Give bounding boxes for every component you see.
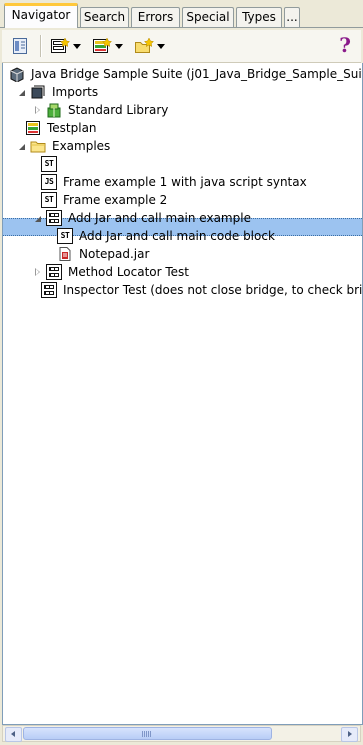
- tree-item-label: Java Bridge Sample Suite (j01_Java_Bridg…: [31, 67, 363, 81]
- expanded-arrow-icon[interactable]: [17, 142, 26, 151]
- st-icon: ST: [41, 156, 57, 172]
- tab-types[interactable]: Types: [236, 7, 282, 27]
- collapsed-arrow-icon[interactable]: [33, 267, 42, 277]
- tab-errors[interactable]: Errors: [131, 7, 180, 27]
- horizontal-scrollbar[interactable]: [2, 725, 361, 742]
- expanded-arrow-icon[interactable]: [17, 88, 26, 97]
- chevron-down-icon[interactable]: [157, 43, 165, 49]
- scroll-right-button[interactable]: [341, 727, 358, 742]
- tree-item-label: Notepad.jar: [79, 247, 150, 261]
- tab-search[interactable]: Search: [80, 7, 129, 27]
- tree-item-label: Examples: [52, 139, 111, 153]
- tree-item-label: Method Locator Test: [68, 265, 190, 279]
- tree-item-label: Frame example 1 with java script syntax: [63, 175, 307, 189]
- help-icon[interactable]: ?: [339, 33, 351, 57]
- tree-item-examples[interactable]: Examples: [17, 137, 362, 155]
- insert-test-button[interactable]: [92, 36, 123, 56]
- chevron-down-icon[interactable]: [73, 43, 81, 49]
- tab-special[interactable]: Special: [182, 7, 234, 27]
- tree-item-label: Inspector Test (does not close bridge, t…: [63, 283, 363, 297]
- tab-navigator[interactable]: Navigator: [4, 3, 78, 28]
- navigator-tree[interactable]: Java Bridge Sample Suite (j01_Java_Bridg…: [2, 63, 363, 725]
- imports-icon: [31, 85, 45, 99]
- testsuite-icon: [10, 67, 24, 82]
- js-icon: JS: [41, 174, 57, 190]
- st-icon: ST: [57, 228, 73, 244]
- tree-item-label: Testplan: [47, 121, 97, 135]
- tree-item-testplan[interactable]: Testplan: [25, 119, 362, 137]
- st-icon: ST: [41, 192, 57, 208]
- scroll-left-button[interactable]: [5, 727, 22, 742]
- tree-item-testsuite[interactable]: Java Bridge Sample Suite (j01_Java_Bridg…: [9, 65, 363, 83]
- tree-item-notepad-jar[interactable]: Notepad.jar: [57, 245, 362, 263]
- expanded-arrow-icon[interactable]: [33, 214, 42, 223]
- tree-item-add-jar-example[interactable]: Add Jar and call main example: [33, 209, 362, 227]
- grip-icon: [142, 731, 151, 737]
- library-icon: [47, 103, 61, 118]
- tree-item-method-locator-test[interactable]: Method Locator Test: [33, 263, 362, 281]
- toolbar: ?: [2, 30, 361, 63]
- sequence-icon: [46, 264, 62, 280]
- tree-item-label: Frame example 1: [63, 157, 168, 171]
- insert-test-icon: [93, 37, 112, 53]
- tab-more[interactable]: ...: [284, 7, 300, 27]
- tab-bar: Navigator Search Errors Special Types ..…: [0, 0, 363, 28]
- tree-item-standard-library[interactable]: Standard Library: [33, 101, 362, 119]
- tree-item-label: Add Jar and call main code block: [79, 229, 275, 243]
- tree-item-frame-example-1-js[interactable]: JS Frame example 1 with java script synt…: [41, 173, 362, 191]
- insert-sequence-icon: [51, 37, 70, 53]
- tree-item-imports[interactable]: Imports: [17, 83, 362, 101]
- toolbar-separator: [40, 35, 42, 57]
- tree-item-label: Add Jar and call main example: [68, 211, 251, 225]
- scrollbar-thumb[interactable]: [23, 727, 272, 740]
- sequence-icon: [46, 210, 62, 226]
- jar-icon: [59, 247, 71, 261]
- tree-item-frame-example-2[interactable]: ST Frame example 2: [41, 191, 362, 209]
- testplan-icon: [26, 121, 40, 135]
- tree-item-frame-example-1[interactable]: ST Frame example 1: [41, 155, 362, 173]
- tree-item-inspector-test[interactable]: Inspector Test (does not close bridge, t…: [41, 281, 363, 299]
- insert-sequence-button[interactable]: [50, 36, 81, 56]
- tree-item-label: Imports: [52, 85, 99, 99]
- folder-icon: [30, 141, 46, 153]
- collapsed-arrow-icon[interactable]: [33, 105, 42, 115]
- sync-tree-button[interactable]: [12, 36, 28, 56]
- insert-package-button[interactable]: [134, 36, 165, 56]
- chevron-down-icon[interactable]: [115, 43, 123, 49]
- tree-item-label: Standard Library: [68, 103, 169, 117]
- sync-tree-icon: [13, 38, 27, 54]
- tree-item-label: Frame example 2: [63, 193, 168, 207]
- insert-package-icon: [135, 37, 154, 53]
- sequence-icon: [41, 282, 57, 298]
- tree-item-add-jar-code-block[interactable]: ST Add Jar and call main code block: [57, 227, 362, 245]
